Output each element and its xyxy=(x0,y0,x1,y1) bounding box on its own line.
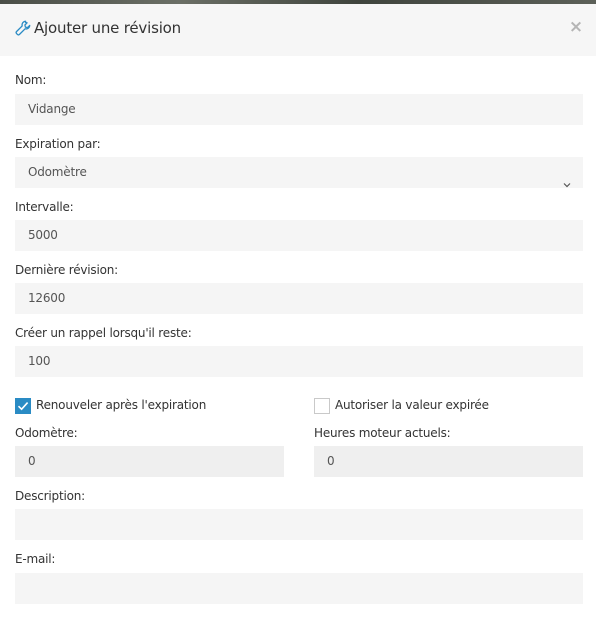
allow-expired-checkbox-label[interactable]: Autoriser la valeur expirée xyxy=(335,398,489,412)
expiration-select[interactable]: Odomètre xyxy=(15,157,583,188)
last-revision-input[interactable]: 12600 xyxy=(15,283,583,314)
last-revision-label: Dernière révision: xyxy=(15,263,118,277)
engine-hours-label: Heures moteur actuels: xyxy=(314,426,451,440)
reminder-input[interactable]: 100 xyxy=(15,346,583,377)
engine-hours-input[interactable]: 0 xyxy=(314,446,583,477)
renew-checkbox[interactable] xyxy=(15,398,31,414)
reminder-label: Créer un rappel lorsqu'il reste: xyxy=(15,326,192,340)
interval-label: Intervalle: xyxy=(15,200,74,214)
dialog-title: Ajouter une révision xyxy=(34,19,181,37)
close-icon[interactable]: × xyxy=(567,17,585,37)
chevron-down-icon xyxy=(563,169,571,188)
description-label: Description: xyxy=(15,489,85,503)
expiration-label: Expiration par: xyxy=(15,137,101,151)
email-label: E-mail: xyxy=(15,552,56,566)
checkmark-icon xyxy=(17,402,29,411)
name-label: Nom: xyxy=(15,73,47,87)
odometer-input[interactable]: 0 xyxy=(15,446,284,477)
expiration-select-value: Odomètre xyxy=(28,165,87,179)
odometer-label: Odomètre: xyxy=(15,426,78,440)
dialog-header: Ajouter une révision × xyxy=(0,4,596,56)
add-revision-dialog: Ajouter une révision × Nom: Vidange Expi… xyxy=(0,4,596,629)
renew-checkbox-label[interactable]: Renouveler après l'expiration xyxy=(36,398,206,412)
allow-expired-checkbox[interactable] xyxy=(314,398,330,414)
wrench-icon xyxy=(15,20,31,36)
name-input[interactable]: Vidange xyxy=(15,94,583,125)
interval-input[interactable]: 5000 xyxy=(15,220,583,251)
description-input[interactable] xyxy=(15,509,583,540)
email-input[interactable] xyxy=(15,573,583,604)
